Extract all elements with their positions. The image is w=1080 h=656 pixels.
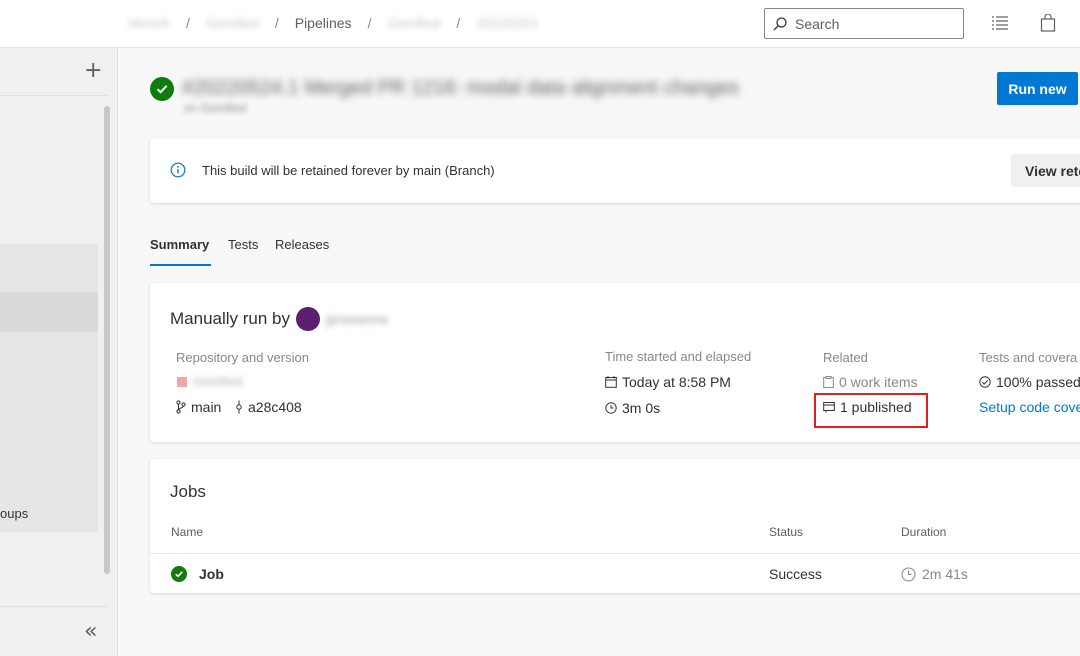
avatar[interactable] <box>296 307 321 331</box>
table-row[interactable]: Job <box>171 566 224 582</box>
view-retention-button[interactable]: View rete <box>1011 154 1080 187</box>
commit-hash: a28c408 <box>248 399 302 415</box>
clock-icon <box>901 567 916 581</box>
column-header-duration: Duration <box>901 525 947 539</box>
tests-coverage-label: Tests and covera <box>979 350 1078 365</box>
run-new-button[interactable]: Run new <box>997 72 1078 105</box>
run-title: #20220524.1 Merged PR 1216: modal data a… <box>182 77 740 99</box>
highlight-box <box>814 393 928 428</box>
run-summary-card: Manually run by jprasanna Repository and… <box>150 283 1080 442</box>
left-nav-item-label[interactable]: oups <box>0 506 28 521</box>
job-duration-text: 2m 41s <box>922 566 968 582</box>
job-status: Success <box>769 566 822 582</box>
column-header-status: Status <box>769 525 804 539</box>
start-time: Today at 8:58 PM <box>605 374 731 390</box>
breadcrumb-separator: / <box>367 15 372 31</box>
elapsed-time-text: 3m 0s <box>622 400 661 416</box>
repository-name[interactable]: Gemfied <box>176 374 242 389</box>
left-nav-footer: « <box>0 606 108 656</box>
check-circle-icon <box>150 77 174 101</box>
check-circle-outline-icon <box>979 376 991 388</box>
tab-releases[interactable]: Releases <box>275 237 329 252</box>
search-icon <box>773 16 787 30</box>
check-circle-icon <box>171 566 187 582</box>
repository-label: Repository and version <box>176 350 309 365</box>
breadcrumb-separator: / <box>456 15 461 31</box>
plus-icon[interactable]: + <box>84 58 102 83</box>
left-nav-item-selected[interactable] <box>0 292 98 332</box>
jobs-title: Jobs <box>170 482 206 501</box>
left-nav-item[interactable] <box>0 332 98 532</box>
related-label: Related <box>823 350 868 365</box>
setup-code-coverage-link[interactable]: Setup code cove <box>979 399 1080 415</box>
work-items-link[interactable]: 0 work items <box>823 374 918 390</box>
jobs-card: Jobs Name Status Duration Job Success 2m… <box>150 459 1080 593</box>
tab-summary[interactable]: Summary <box>150 237 209 252</box>
active-tab-indicator <box>150 264 211 266</box>
breadcrumb-org[interactable]: nkmnh <box>128 15 170 31</box>
tests-passed-text: 100% passed <box>996 374 1080 390</box>
retention-banner: This build will be retained forever by m… <box>150 138 1080 203</box>
elapsed-time: 3m 0s <box>605 400 660 416</box>
breadcrumb-separator: / <box>274 15 279 31</box>
left-nav-scrollbar[interactable] <box>104 106 110 574</box>
tab-tests[interactable]: Tests <box>228 237 258 252</box>
time-label: Time started and elapsed <box>605 349 752 364</box>
clock-icon <box>605 402 617 414</box>
breadcrumb-pipeline[interactable]: Gemfied <box>387 15 440 31</box>
breadcrumb-project[interactable]: Gemfied <box>206 15 259 31</box>
left-nav-item[interactable] <box>0 244 98 292</box>
table-divider <box>150 553 1080 554</box>
user-name[interactable]: jprasanna <box>326 311 388 327</box>
breadcrumb-run[interactable]: 20220201 <box>476 15 538 31</box>
repository-icon <box>177 376 187 387</box>
branch-icon <box>176 400 186 414</box>
commit[interactable]: a28c408 <box>235 399 302 415</box>
info-icon <box>170 162 186 178</box>
left-nav: + oups « <box>0 48 118 656</box>
work-items-text: 0 work items <box>839 374 918 390</box>
banner-text: This build will be retained forever by m… <box>202 163 495 178</box>
top-bar: nkmnh / Gemfied / Pipelines / Gemfied / … <box>0 0 1080 48</box>
calendar-icon <box>605 376 617 388</box>
breadcrumb-separator: / <box>186 15 190 31</box>
shopping-bag-icon[interactable] <box>1040 14 1056 32</box>
breadcrumb-pipelines[interactable]: Pipelines <box>295 15 352 31</box>
manual-run-by: Manually run by jprasanna <box>170 307 388 331</box>
left-nav-header: + <box>0 48 108 96</box>
start-time-text: Today at 8:58 PM <box>622 374 731 390</box>
tests-passed[interactable]: 100% passed <box>979 374 1080 390</box>
search-placeholder: Search <box>795 15 840 32</box>
column-header-name: Name <box>171 525 204 539</box>
commit-icon <box>236 400 242 414</box>
manual-run-label: Manually run by <box>170 309 291 328</box>
list-icon[interactable] <box>991 14 1009 32</box>
run-subtitle: on Gemfied <box>184 101 247 115</box>
double-chevron-left-icon[interactable]: « <box>84 619 97 644</box>
branch[interactable]: main <box>176 399 221 415</box>
breadcrumb: nkmnh / Gemfied / Pipelines / Gemfied / … <box>128 15 539 31</box>
branch-name: main <box>191 399 222 415</box>
job-name: Job <box>199 566 224 582</box>
search-input[interactable]: Search <box>764 8 964 39</box>
job-duration: 2m 41s <box>901 566 968 582</box>
clipboard-icon <box>823 376 834 388</box>
